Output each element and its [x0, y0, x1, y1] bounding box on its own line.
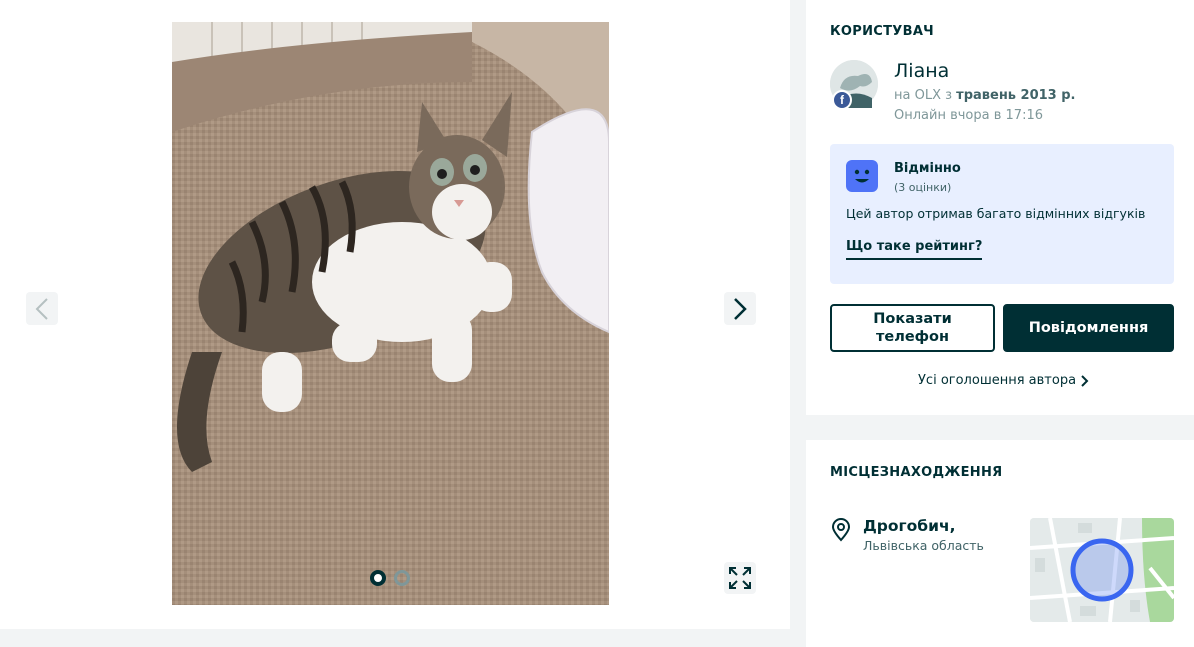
show-phone-label: Показати телефон — [873, 310, 952, 346]
all-author-ads-link[interactable]: Усі оголошення автора — [918, 373, 1090, 388]
all-author-ads-label: Усі оголошення автора — [918, 373, 1077, 388]
show-phone-label-line2: телефон — [875, 329, 950, 345]
gallery-next-button[interactable] — [724, 292, 756, 325]
chevron-right-icon — [734, 297, 747, 320]
message-button[interactable]: Повідомлення — [1003, 304, 1174, 352]
user-card: КОРИСТУВАЧ f Ліана на OLX з травень 2013… — [806, 0, 1194, 415]
location-region: Львівська область — [863, 538, 984, 553]
location-map[interactable] — [1030, 518, 1174, 622]
listing-photo[interactable] — [172, 22, 609, 605]
gallery-dot-1[interactable] — [370, 570, 386, 586]
rating-title: Відмінно — [894, 161, 961, 176]
rating-info-link[interactable]: Що таке рейтинг? — [846, 239, 983, 260]
location-section-title: МІСЦЕЗНАХОДЖЕННЯ — [830, 465, 1003, 480]
facebook-icon: f — [832, 90, 852, 110]
rating-box: Відмінно (3 оцінки) Цей автор отримав ба… — [830, 144, 1174, 284]
rating-description: Цей автор отримав багато відмінних відгу… — [846, 206, 1146, 221]
gallery-dot-2[interactable] — [394, 570, 410, 586]
fullscreen-button[interactable] — [724, 562, 756, 594]
location-pin-icon — [831, 518, 851, 542]
member-since-date: травень 2013 р. — [956, 88, 1076, 103]
member-since-prefix: на OLX з — [894, 88, 957, 103]
smile-face-icon — [846, 160, 878, 192]
cat-photo-image — [172, 22, 609, 605]
photo-gallery — [0, 0, 790, 629]
avatar[interactable]: f — [830, 60, 878, 110]
user-member-since: на OLX з травень 2013 р. — [894, 88, 1076, 103]
rating-count: (3 оцінки) — [894, 181, 952, 194]
show-phone-button[interactable]: Показати телефон — [830, 304, 995, 352]
expand-icon — [729, 567, 751, 589]
show-phone-label-line1: Показати — [873, 311, 952, 327]
gallery-pagination — [370, 570, 410, 586]
chevron-left-icon — [35, 297, 48, 320]
map-image — [1030, 518, 1174, 622]
user-section-title: КОРИСТУВАЧ — [830, 24, 934, 39]
location-card: МІСЦЕЗНАХОДЖЕННЯ Дрогобич, Львівська обл… — [806, 440, 1194, 647]
location-city: Дрогобич, — [863, 517, 956, 535]
user-name[interactable]: Ліана — [894, 60, 949, 82]
gallery-prev-button[interactable] — [26, 292, 58, 325]
user-last-online: Онлайн вчора в 17:16 — [894, 108, 1043, 123]
chevron-right-icon — [1081, 374, 1089, 387]
